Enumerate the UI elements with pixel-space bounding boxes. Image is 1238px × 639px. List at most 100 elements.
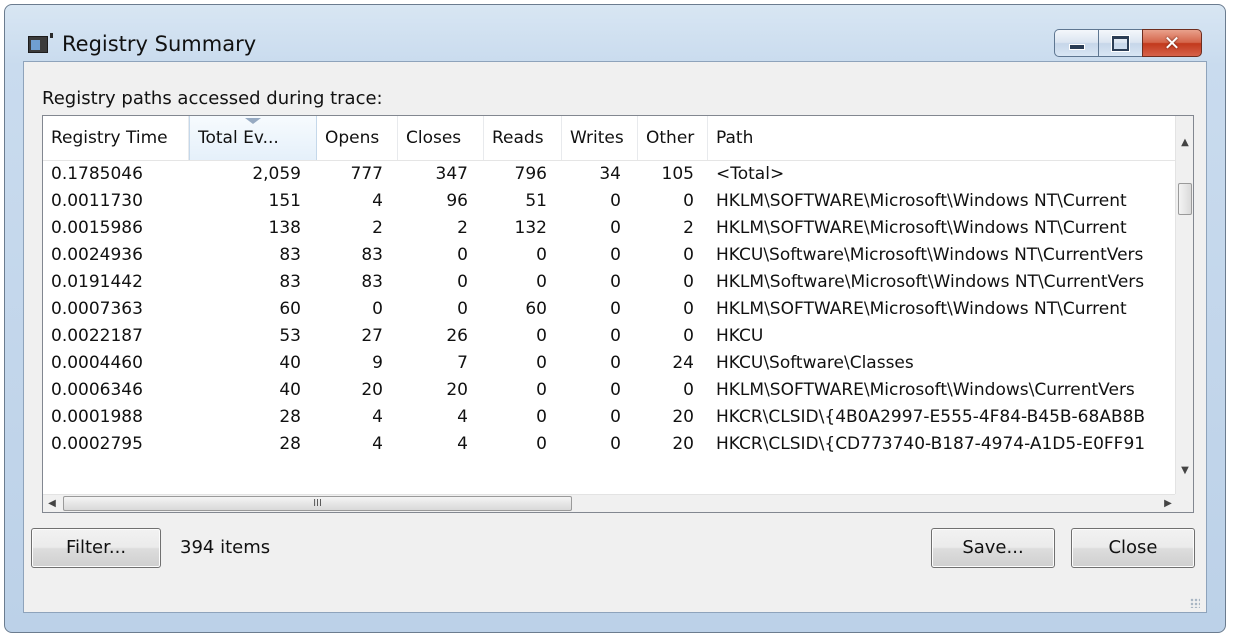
cell-other: 0: [683, 326, 694, 346]
minimize-button[interactable]: [1054, 29, 1098, 57]
cell-other: 0: [683, 245, 694, 265]
cell-writes: 0: [610, 380, 621, 400]
minimize-icon: [1068, 44, 1085, 50]
dialog-client-area: Registry paths accessed during trace: Re…: [23, 61, 1207, 613]
cell-total: 60: [279, 299, 301, 319]
cell-reads: 0: [536, 245, 547, 265]
column-header-label: Total Ev...: [198, 128, 279, 148]
registry-summary-window: Registry Summary ✕ Registry paths access…: [4, 4, 1226, 633]
cell-writes: 0: [610, 407, 621, 427]
table-row[interactable]: 0.0022187 53 27 26 0 0 0 HKCU: [43, 323, 1177, 350]
cell-opens: 83: [361, 272, 383, 292]
cell-other: 20: [672, 407, 694, 427]
cell-other: 2: [683, 218, 694, 238]
cell-writes: 0: [610, 245, 621, 265]
cell-time: 0.0006346: [51, 380, 143, 400]
cell-total: 83: [279, 272, 301, 292]
cell-path: HKCU\Software\Classes: [716, 353, 914, 373]
list-header: Registry Time Total Ev... Opens Closes R…: [43, 116, 1177, 161]
cell-writes: 0: [610, 272, 621, 292]
cell-other: 105: [661, 164, 694, 184]
cell-time: 0.0002795: [51, 434, 143, 454]
cell-opens: 9: [372, 353, 383, 373]
scroll-left-icon[interactable]: ◀: [43, 495, 61, 512]
cell-path: HKLM\SOFTWARE\Microsoft\Windows NT\Curre…: [716, 299, 1127, 319]
table-row[interactable]: 0.0002795 28 4 4 0 0 20 HKCR\CLSID\{CD773740-B1…: [43, 431, 1177, 458]
cell-opens: 777: [350, 164, 383, 184]
column-header-registry-time[interactable]: Registry Time: [43, 116, 189, 160]
save-button[interactable]: Save...: [931, 528, 1055, 568]
column-header-opens[interactable]: Opens: [317, 116, 398, 160]
cell-opens: 83: [361, 245, 383, 265]
vertical-scroll-thumb[interactable]: [1178, 183, 1192, 215]
cell-writes: 0: [610, 218, 621, 238]
table-row[interactable]: 0.1785046 2,059 777 347 796 34 105 <Total>: [43, 161, 1177, 188]
table-row[interactable]: 0.0024936 83 83 0 0 0 0 HKCU\Software\Microsoft…: [43, 242, 1177, 269]
scroll-down-icon[interactable]: ▼: [1176, 462, 1193, 480]
cell-closes: 347: [435, 164, 468, 184]
close-button[interactable]: Close: [1071, 528, 1195, 568]
close-window-button[interactable]: ✕: [1142, 29, 1202, 57]
cell-opens: 27: [361, 326, 383, 346]
column-header-other[interactable]: Other: [638, 116, 708, 160]
cell-reads: 0: [536, 272, 547, 292]
cell-reads: 51: [525, 191, 547, 211]
column-header-total-events[interactable]: Total Ev...: [189, 116, 317, 160]
table-row[interactable]: 0.0191442 83 83 0 0 0 0 HKLM\Software\Microsoft…: [43, 269, 1177, 296]
resize-grip-icon[interactable]: [1190, 598, 1200, 608]
cell-other: 0: [683, 191, 694, 211]
cell-path: HKLM\SOFTWARE\Microsoft\Windows NT\Curre…: [716, 191, 1127, 211]
column-header-closes[interactable]: Closes: [398, 116, 484, 160]
cell-closes: 26: [446, 326, 468, 346]
app-window-icon: [28, 33, 53, 53]
table-row[interactable]: 0.0015986 138 2 2 132 0 2 HKLM\SOFTWARE\Microso…: [43, 215, 1177, 242]
cell-closes: 20: [446, 380, 468, 400]
registry-paths-list[interactable]: Registry Time Total Ev... Opens Closes R…: [42, 115, 1194, 513]
cell-reads: 0: [536, 434, 547, 454]
cell-path: HKLM\SOFTWARE\Microsoft\Windows\CurrentV…: [716, 380, 1135, 400]
cell-total: 40: [279, 353, 301, 373]
caption-buttons: ✕: [1054, 29, 1202, 59]
cell-writes: 34: [599, 164, 621, 184]
maximize-button[interactable]: [1098, 29, 1142, 57]
table-row[interactable]: 0.0007363 60 0 0 60 0 0 HKLM\SOFTWARE\Microsoft…: [43, 296, 1177, 323]
cell-path: HKLM\SOFTWARE\Microsoft\Windows NT\Curre…: [716, 218, 1127, 238]
column-header-path[interactable]: Path: [708, 116, 1177, 160]
cell-reads: 60: [525, 299, 547, 319]
cell-path: HKCR\CLSID\{4B0A2997-E555-4F84-B45B-68AB…: [716, 407, 1146, 427]
cell-time: 0.0007363: [51, 299, 143, 319]
cell-path: <Total>: [716, 164, 785, 184]
table-row[interactable]: 0.0011730 151 4 96 51 0 0 HKLM\SOFTWARE\Microso…: [43, 188, 1177, 215]
cell-opens: 0: [372, 299, 383, 319]
table-row[interactable]: 0.0004460 40 9 7 0 0 24 HKCU\Software\Classes: [43, 350, 1177, 377]
cell-time: 0.0015986: [51, 218, 143, 238]
cell-total: 40: [279, 380, 301, 400]
list-caption: Registry paths accessed during trace:: [42, 88, 383, 109]
cell-closes: 7: [457, 353, 468, 373]
scroll-up-icon[interactable]: ▲: [1176, 134, 1193, 152]
cell-closes: 2: [457, 218, 468, 238]
cell-reads: 796: [514, 164, 547, 184]
vertical-scrollbar[interactable]: ▲ ▼: [1175, 116, 1193, 494]
scrollbar-corner: [1175, 494, 1193, 512]
cell-total: 83: [279, 245, 301, 265]
cell-other: 20: [672, 434, 694, 454]
cell-writes: 0: [610, 434, 621, 454]
cell-path: HKCU: [716, 326, 764, 346]
column-header-writes[interactable]: Writes: [562, 116, 638, 160]
cell-total: 2,059: [252, 164, 301, 184]
table-row[interactable]: 0.0006346 40 20 20 0 0 0 HKLM\SOFTWARE\Microsof…: [43, 377, 1177, 404]
horizontal-scroll-thumb[interactable]: III: [63, 496, 572, 511]
cell-time: 0.0004460: [51, 353, 143, 373]
cell-total: 151: [268, 191, 301, 211]
cell-opens: 4: [372, 434, 383, 454]
horizontal-scrollbar[interactable]: ◀ III ▶: [43, 494, 1177, 512]
column-header-reads[interactable]: Reads: [484, 116, 562, 160]
filter-button[interactable]: Filter...: [31, 528, 161, 568]
cell-reads: 0: [536, 380, 547, 400]
cell-path: HKCU\Software\Microsoft\Windows NT\Curre…: [716, 245, 1144, 265]
cell-time: 0.0001988: [51, 407, 143, 427]
cell-writes: 0: [610, 326, 621, 346]
cell-writes: 0: [610, 191, 621, 211]
table-row[interactable]: 0.0001988 28 4 4 0 0 20 HKCR\CLSID\{4B0A2997-E5…: [43, 404, 1177, 431]
